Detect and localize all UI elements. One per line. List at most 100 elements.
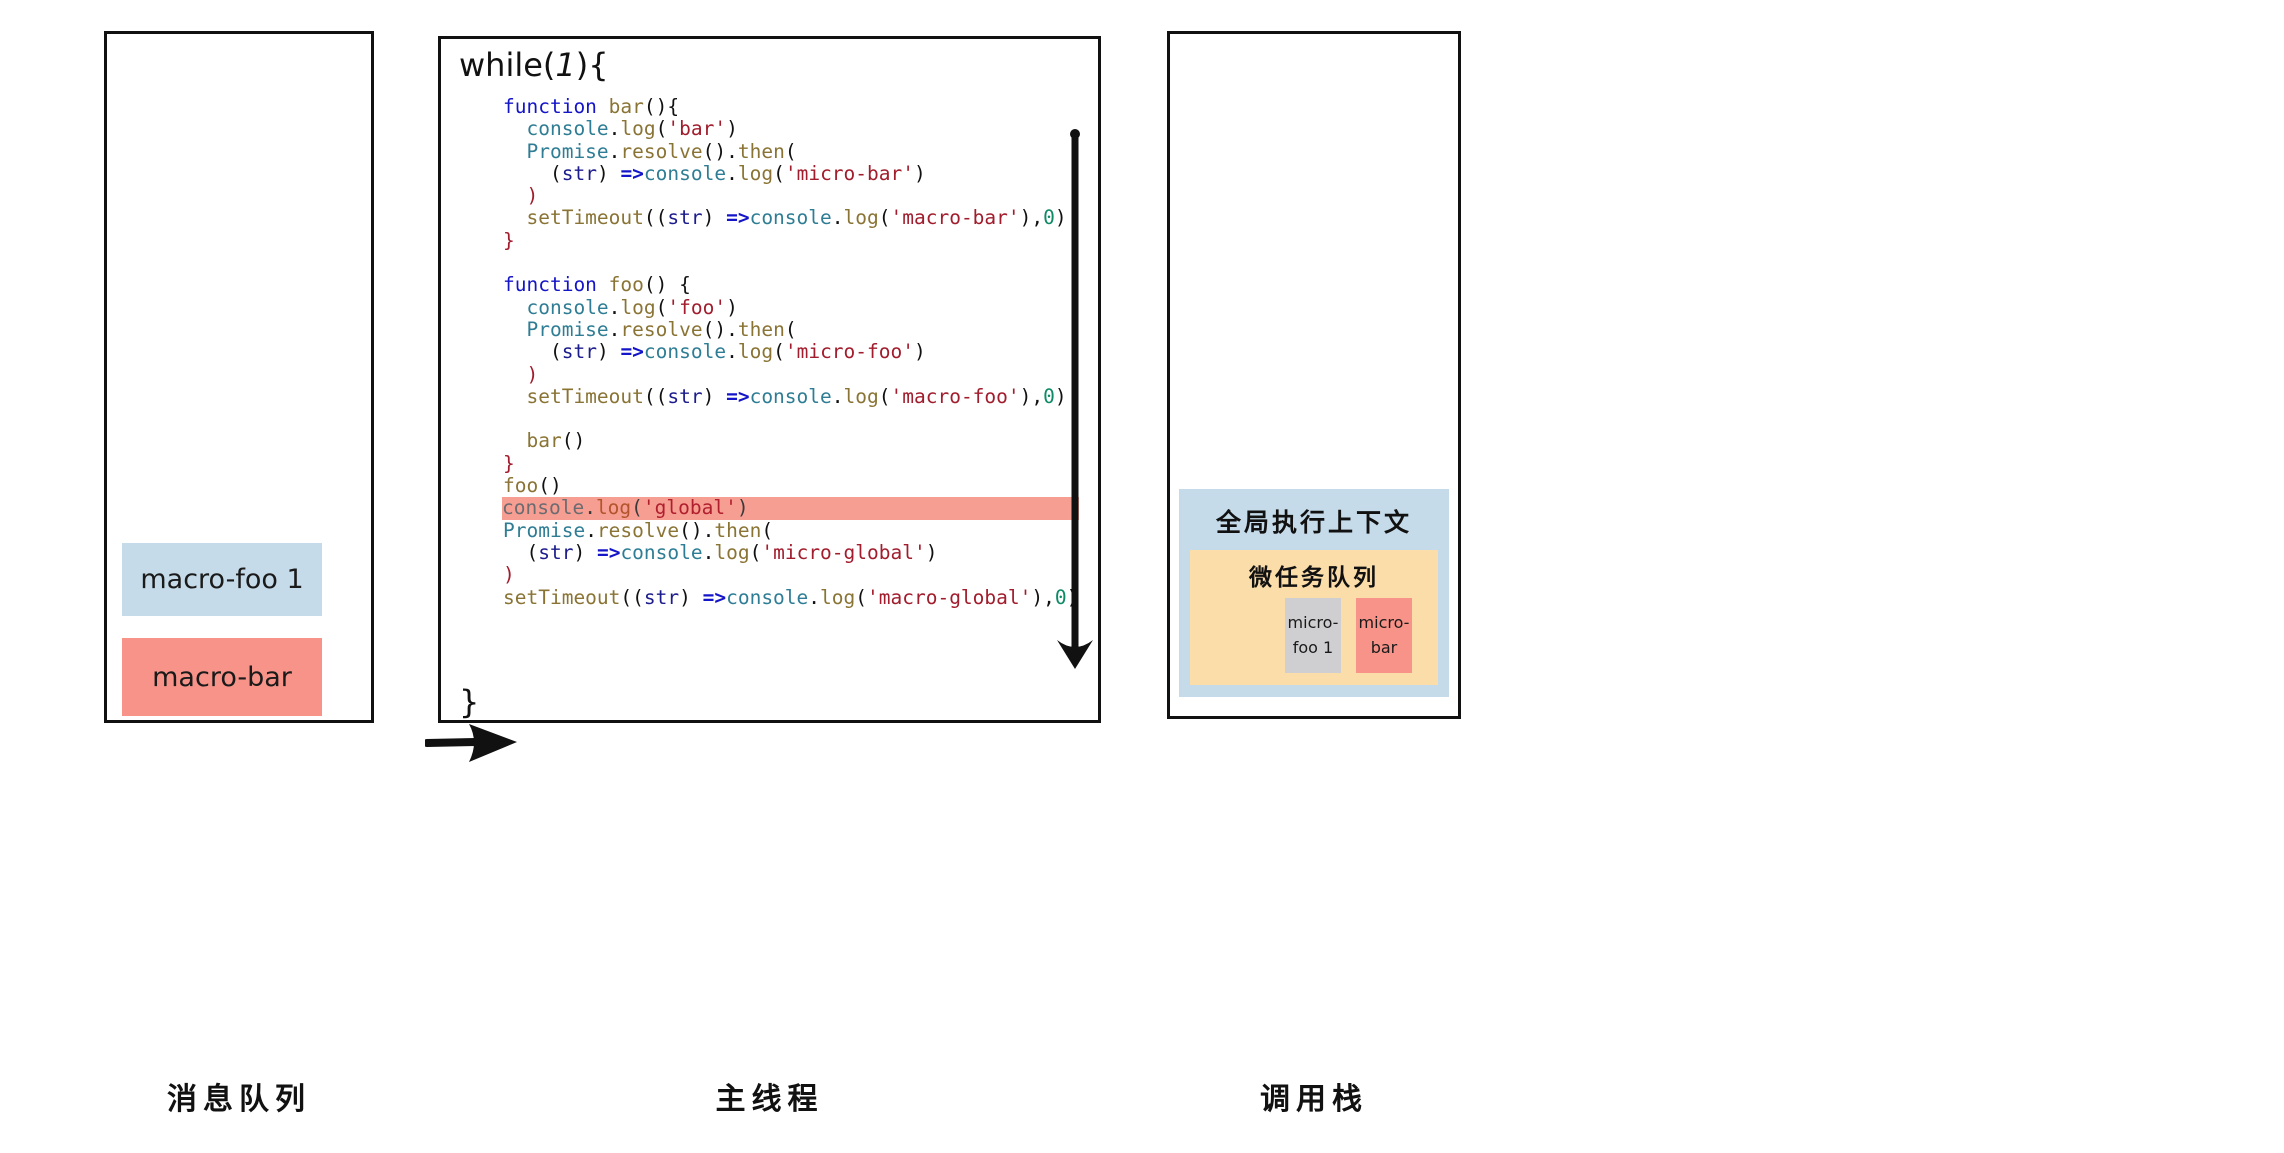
code-line: ) <box>503 185 1083 207</box>
code-token: => <box>702 585 727 609</box>
code-token: . <box>702 540 715 564</box>
code-token: . <box>831 206 844 230</box>
code-token: (( <box>643 206 668 230</box>
code-token: ) <box>736 496 749 520</box>
code-line: setTimeout((str) =>console.log('macro-ba… <box>503 207 1083 229</box>
code-line: setTimeout((str) =>console.log('macro-gl… <box>503 585 1083 609</box>
code-token: ) <box>913 161 926 185</box>
code-token: str <box>667 384 703 408</box>
microtask-queue-title: 微任务队列 <box>1249 565 1379 591</box>
code-line: (str) =>console.log('micro-global') <box>503 540 1083 564</box>
code-token: ( <box>878 384 891 408</box>
code-token: 'macro-global' <box>867 585 1032 609</box>
code-token: ) <box>679 585 703 609</box>
code-token: ) <box>526 184 539 208</box>
code-token: 'micro-bar' <box>784 161 914 185</box>
code-token: ( <box>549 161 562 185</box>
code-token: . <box>608 295 621 319</box>
code-token: ) <box>503 563 515 587</box>
while-loop-close: } <box>459 683 480 721</box>
code-line: function bar(){ <box>503 95 1083 118</box>
code-token: resolve <box>620 139 703 163</box>
code-token: log <box>843 206 879 230</box>
code-token: foo <box>503 474 539 498</box>
code-token: str <box>643 585 680 609</box>
code-token: ) <box>596 161 621 185</box>
code-token: 'global' <box>642 496 737 520</box>
code-line: setTimeout((str) =>console.log('macro-fo… <box>503 384 1083 408</box>
code-token: log <box>737 340 774 364</box>
code-token: ( <box>655 117 668 141</box>
code-line: console.log('foo') <box>503 295 1083 319</box>
message-queue-panel <box>104 31 374 723</box>
code-token: ) <box>702 384 727 408</box>
code-line: console.log('global') <box>502 496 1083 520</box>
code-token: resolve <box>596 518 680 542</box>
while-loop-open-end: ){ <box>575 46 609 84</box>
code-token: ) <box>526 362 539 386</box>
code-token: ( <box>773 161 785 185</box>
microtask-item-micro-bar[interactable]: micro- bar <box>1356 598 1412 673</box>
microtask-item-micro-foo[interactable]: micro- foo 1 <box>1285 598 1341 673</box>
code-token: ( <box>855 585 868 609</box>
code-token: ( <box>773 340 785 364</box>
code-line: Promise.resolve().then( <box>503 518 1083 542</box>
code-token: ( <box>878 206 891 230</box>
code-token: . <box>584 496 596 520</box>
code-token: . <box>608 117 621 141</box>
code-token: ( <box>749 540 762 564</box>
code-token: log <box>620 117 656 141</box>
code-line: (str) =>console.log('micro-bar') <box>503 161 1083 185</box>
code-token: log <box>620 295 656 319</box>
code-block: function bar(){ console.log('bar') Promi… <box>502 95 1083 609</box>
code-token: console <box>502 496 585 520</box>
code-token: ) <box>573 540 597 564</box>
code-token: 'macro-foo' <box>890 384 1020 408</box>
message-queue-item-label: macro-bar <box>152 661 292 693</box>
code-token: console <box>643 340 727 364</box>
code-token: console <box>749 384 832 408</box>
code-token: ( <box>784 139 797 163</box>
code-token: . <box>608 317 621 341</box>
code-token: setTimeout <box>503 585 621 609</box>
code-token: bar <box>526 429 562 453</box>
microtask-queue-box[interactable]: 微任务队列 micro- foo 1 micro- bar <box>1190 550 1438 685</box>
main-thread-label: 主线程 <box>715 1082 824 1117</box>
code-token: log <box>595 496 632 520</box>
code-token: str <box>538 540 574 564</box>
code-token: ( <box>655 295 668 319</box>
code-token: str <box>561 161 597 185</box>
message-queue-item-macro-foo[interactable]: macro-foo 1 <box>122 543 322 616</box>
code-line: foo() <box>503 474 1083 498</box>
while-loop-arg: 1 <box>555 46 576 84</box>
code-token: ) <box>726 295 738 319</box>
code-token: => <box>620 161 644 185</box>
code-token: } <box>503 228 515 252</box>
code-token: (). <box>679 518 715 542</box>
code-line: Promise.resolve().then( <box>503 139 1083 163</box>
code-token: . <box>726 161 738 185</box>
code-token: foo <box>608 273 644 297</box>
code-token: console <box>643 161 727 185</box>
message-queue-item-label: macro-foo 1 <box>140 564 304 595</box>
code-token: => <box>596 540 621 564</box>
code-token: console <box>620 540 703 564</box>
code-token: 'micro-global' <box>761 540 926 564</box>
code-token: (){ <box>643 95 680 118</box>
code-token: (). <box>702 139 738 163</box>
code-token: ) <box>726 117 738 141</box>
code-token: setTimeout <box>526 206 644 230</box>
code-token: ) <box>702 206 727 230</box>
code-token: console <box>526 117 609 141</box>
execution-flow-arrow <box>1057 129 1093 669</box>
code-token: => <box>726 384 750 408</box>
global-execution-context-box[interactable]: 全局执行上下文 微任务队列 micro- foo 1 micro- bar <box>1179 489 1449 697</box>
message-queue-item-macro-bar[interactable]: macro-bar <box>122 638 322 716</box>
code-line: ) <box>503 564 1083 586</box>
code-token: ( <box>631 496 643 520</box>
code-token: . <box>608 139 621 163</box>
code-token: => <box>726 206 750 230</box>
code-token: ) <box>596 340 621 364</box>
code-token: ) <box>913 340 926 364</box>
